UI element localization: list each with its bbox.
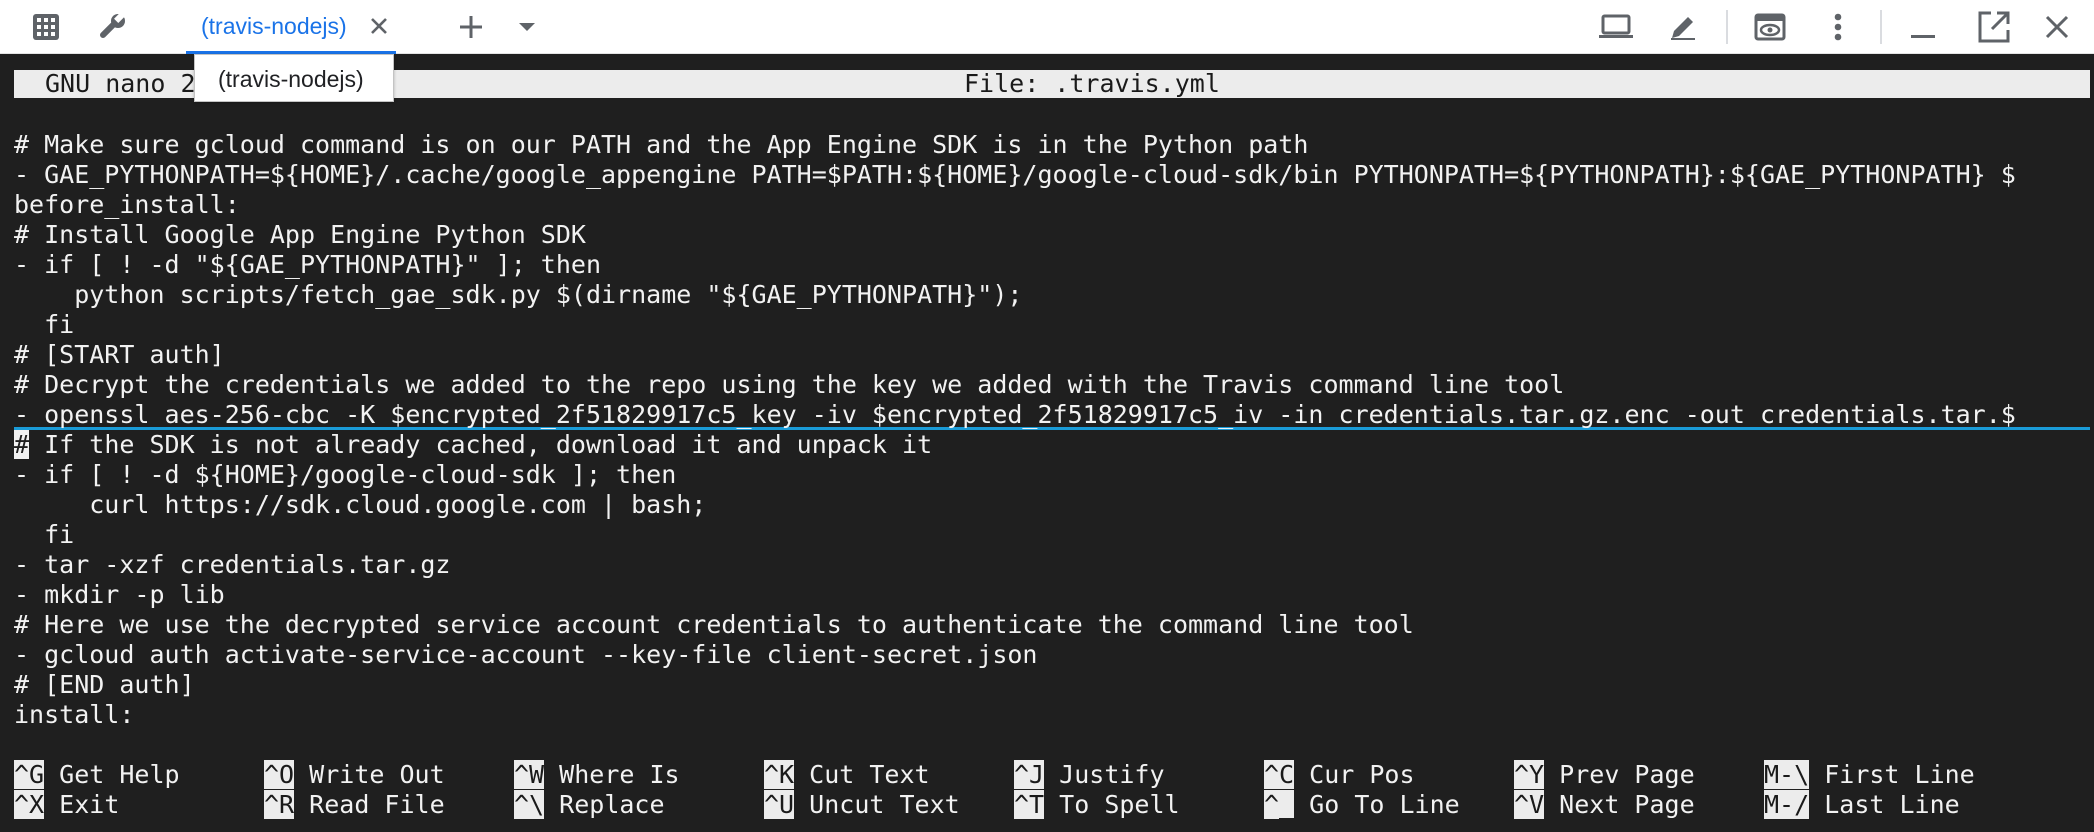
preview-eye-icon[interactable] (1743, 0, 1797, 54)
editor-line[interactable]: - if [ ! -d ${HOME}/google-cloud-sdk ]; … (14, 460, 2090, 490)
shortcut-prev-page[interactable]: ^Y Prev Page (1514, 760, 1695, 790)
nano-shortcut-bar: ^G Get Help ^X Exit ^O Write Out ^R Read… (14, 760, 2090, 820)
shortcut-where-is[interactable]: ^W Where Is (514, 760, 680, 790)
laptop-icon[interactable] (1589, 0, 1643, 54)
shortcut-key: M-/ (1764, 790, 1810, 819)
shortcut-label: Cur Pos (1309, 760, 1415, 789)
more-vert-icon[interactable] (1811, 0, 1865, 54)
shortcut-key: ^C (1264, 760, 1295, 789)
shortcut-label: Justify (1059, 760, 1165, 789)
shortcut-label: Last Line (1824, 790, 1960, 819)
editor-line[interactable]: # Install Google App Engine Python SDK (14, 220, 2090, 250)
shortcut-key: ^\ (514, 790, 545, 819)
shortcut-cur-pos[interactable]: ^C Cur Pos (1264, 760, 1415, 790)
dropdown-arrow-icon[interactable] (500, 0, 554, 54)
toolbar-divider (1726, 10, 1728, 44)
editor-line[interactable]: fi (14, 310, 2090, 340)
shortcut-label: Exit (59, 790, 120, 819)
shortcut-label: First Line (1824, 760, 1975, 789)
shortcut-label: To Spell (1059, 790, 1180, 819)
cloud-shell-toolbar: (travis-nodejs) (0, 0, 2094, 54)
editor-line[interactable]: # [START auth] (14, 340, 2090, 370)
shortcut-cut-text[interactable]: ^K Cut Text (764, 760, 930, 790)
tab-travis-nodejs[interactable]: (travis-nodejs) (186, 0, 396, 54)
shortcut-key: ^_ (1264, 790, 1295, 819)
editor-line[interactable]: # Decrypt the credentials we added to th… (14, 370, 2090, 400)
shortcut-uncut-text[interactable]: ^U Uncut Text (764, 790, 960, 820)
shortcut-label: Get Help (59, 760, 180, 789)
editor-line[interactable]: # Here we use the decrypted service acco… (14, 610, 2090, 640)
shortcut-key: ^W (514, 760, 545, 789)
editor-line-text: If the SDK is not already cached, downlo… (29, 430, 933, 459)
shortcut-key: ^K (764, 760, 795, 789)
shortcut-to-spell[interactable]: ^T To Spell (1014, 790, 1180, 820)
shortcut-justify[interactable]: ^J Justify (1014, 760, 1165, 790)
shortcut-label: Go To Line (1309, 790, 1460, 819)
tab-tooltip: (travis-nodejs) (194, 54, 394, 102)
shortcut-go-to-line[interactable]: ^_ Go To Line (1264, 790, 1460, 820)
shortcut-first-line[interactable]: M-\ First Line (1764, 760, 1975, 790)
shortcut-next-page[interactable]: ^V Next Page (1514, 790, 1695, 820)
shortcut-label: Replace (559, 790, 665, 819)
wrench-icon[interactable] (86, 0, 140, 54)
open-in-new-icon[interactable] (1967, 0, 2021, 54)
shortcut-key: ^X (14, 790, 45, 819)
shortcut-read-file[interactable]: ^R Read File (264, 790, 445, 820)
nano-file-name: File: .travis.yml (964, 69, 1220, 98)
editor-line[interactable]: curl https://sdk.cloud.google.com | bash… (14, 490, 2090, 520)
tooltip-text: (travis-nodejs) (218, 66, 364, 92)
editor-line-cursor[interactable]: # If the SDK is not already cached, down… (14, 430, 2090, 460)
shortcut-key: M-\ (1764, 760, 1810, 789)
shortcut-label: Next Page (1559, 790, 1695, 819)
apps-grid-icon[interactable] (19, 0, 73, 54)
toolbar-divider (1880, 10, 1882, 44)
shortcut-replace[interactable]: ^\ Replace (514, 790, 665, 820)
editor-line[interactable]: - gcloud auth activate-service-account -… (14, 640, 2090, 670)
shortcut-key: ^T (1014, 790, 1045, 819)
text-cursor: # (14, 430, 30, 459)
editor-line[interactable]: # Make sure gcloud command is on our PAT… (14, 130, 2090, 160)
nano-version: GNU nano 2 (45, 69, 196, 98)
close-icon[interactable] (364, 11, 394, 41)
shortcut-key: ^U (764, 790, 795, 819)
shortcut-exit[interactable]: ^X Exit (14, 790, 119, 820)
shortcut-key: ^R (264, 790, 295, 819)
plus-icon[interactable] (444, 0, 498, 54)
editor-line[interactable]: fi (14, 520, 2090, 550)
editor-line-highlighted[interactable]: - openssl aes-256-cbc -K $encrypted_2f51… (14, 400, 2090, 430)
shortcut-key: ^V (1514, 790, 1545, 819)
shortcut-label: Cut Text (809, 760, 930, 789)
editor-line[interactable]: install: (14, 700, 2090, 730)
shortcut-write-out[interactable]: ^O Write Out (264, 760, 445, 790)
shortcut-key: ^O (264, 760, 295, 789)
shortcut-label: Write Out (309, 760, 445, 789)
shortcut-label: Read File (309, 790, 445, 819)
editor-buffer[interactable]: # Make sure gcloud command is on our PAT… (14, 130, 2090, 730)
editor-line[interactable]: - mkdir -p lib (14, 580, 2090, 610)
editor-line[interactable]: # [END auth] (14, 670, 2090, 700)
shortcut-label: Where Is (559, 760, 680, 789)
shortcut-label: Prev Page (1559, 760, 1695, 789)
close-window-icon[interactable] (2030, 0, 2084, 54)
shortcut-key: ^Y (1514, 760, 1545, 789)
shortcut-last-line[interactable]: M-/ Last Line (1764, 790, 1960, 820)
shortcut-key: ^J (1014, 760, 1045, 789)
editor-line[interactable]: - GAE_PYTHONPATH=${HOME}/.cache/google_a… (14, 160, 2090, 190)
shortcut-label: Uncut Text (809, 790, 960, 819)
editor-line[interactable]: - if [ ! -d "${GAE_PYTHONPATH}" ]; then (14, 250, 2090, 280)
shortcut-get-help[interactable]: ^G Get Help (14, 760, 180, 790)
editor-line[interactable]: - tar -xzf credentials.tar.gz (14, 550, 2090, 580)
tab-label: (travis-nodejs) (201, 13, 347, 39)
minimize-icon[interactable] (1896, 0, 1950, 54)
pencil-icon[interactable] (1656, 0, 1710, 54)
editor-line[interactable]: before_install: (14, 190, 2090, 220)
shortcut-key: ^G (14, 760, 45, 789)
terminal[interactable]: GNU nano 2 File: .travis.yml # Make sure… (0, 54, 2094, 832)
editor-line[interactable]: python scripts/fetch_gae_sdk.py $(dirnam… (14, 280, 2090, 310)
